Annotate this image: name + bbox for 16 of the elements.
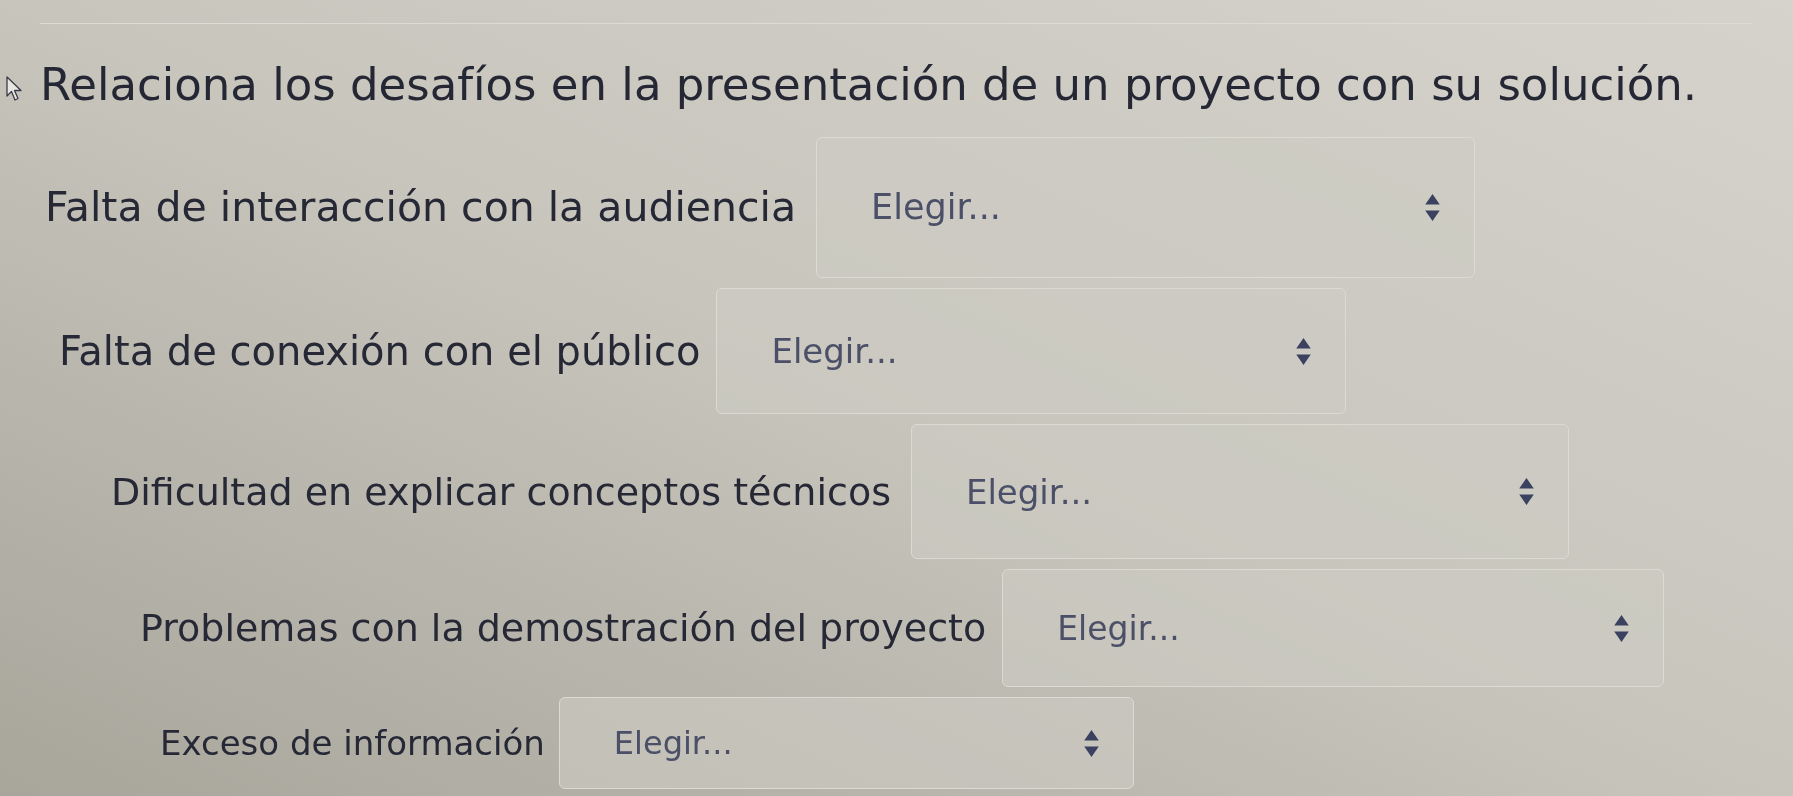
dropdown-select[interactable]: Elegir...	[816, 137, 1476, 278]
up-down-arrows-icon	[1083, 729, 1099, 757]
challenge-label: Dificultad en explicar conceptos técnicos	[111, 472, 891, 511]
pointer-cursor-icon	[6, 76, 22, 102]
up-down-arrows-icon	[1518, 478, 1534, 505]
question-prompt: Relaciona los desafíos en la presentación de un proyecto con su solución.	[40, 61, 1697, 107]
dropdown-select[interactable]: Elegir...	[910, 424, 1569, 559]
challenge-label: Falta de interacción con la audiencia	[45, 187, 797, 228]
dropdown-select[interactable]: Elegir...	[716, 288, 1347, 414]
up-down-arrows-icon	[1296, 337, 1312, 365]
dropdown-select[interactable]: Elegir...	[1002, 569, 1665, 687]
up-down-arrows-icon	[1425, 194, 1441, 221]
challenge-label: Problemas con la demostración del proyecto	[140, 609, 987, 647]
up-down-arrows-icon	[1614, 614, 1630, 642]
dropdown-select[interactable]: Elegir...	[558, 697, 1134, 789]
challenge-label: Exceso de información	[160, 726, 545, 760]
